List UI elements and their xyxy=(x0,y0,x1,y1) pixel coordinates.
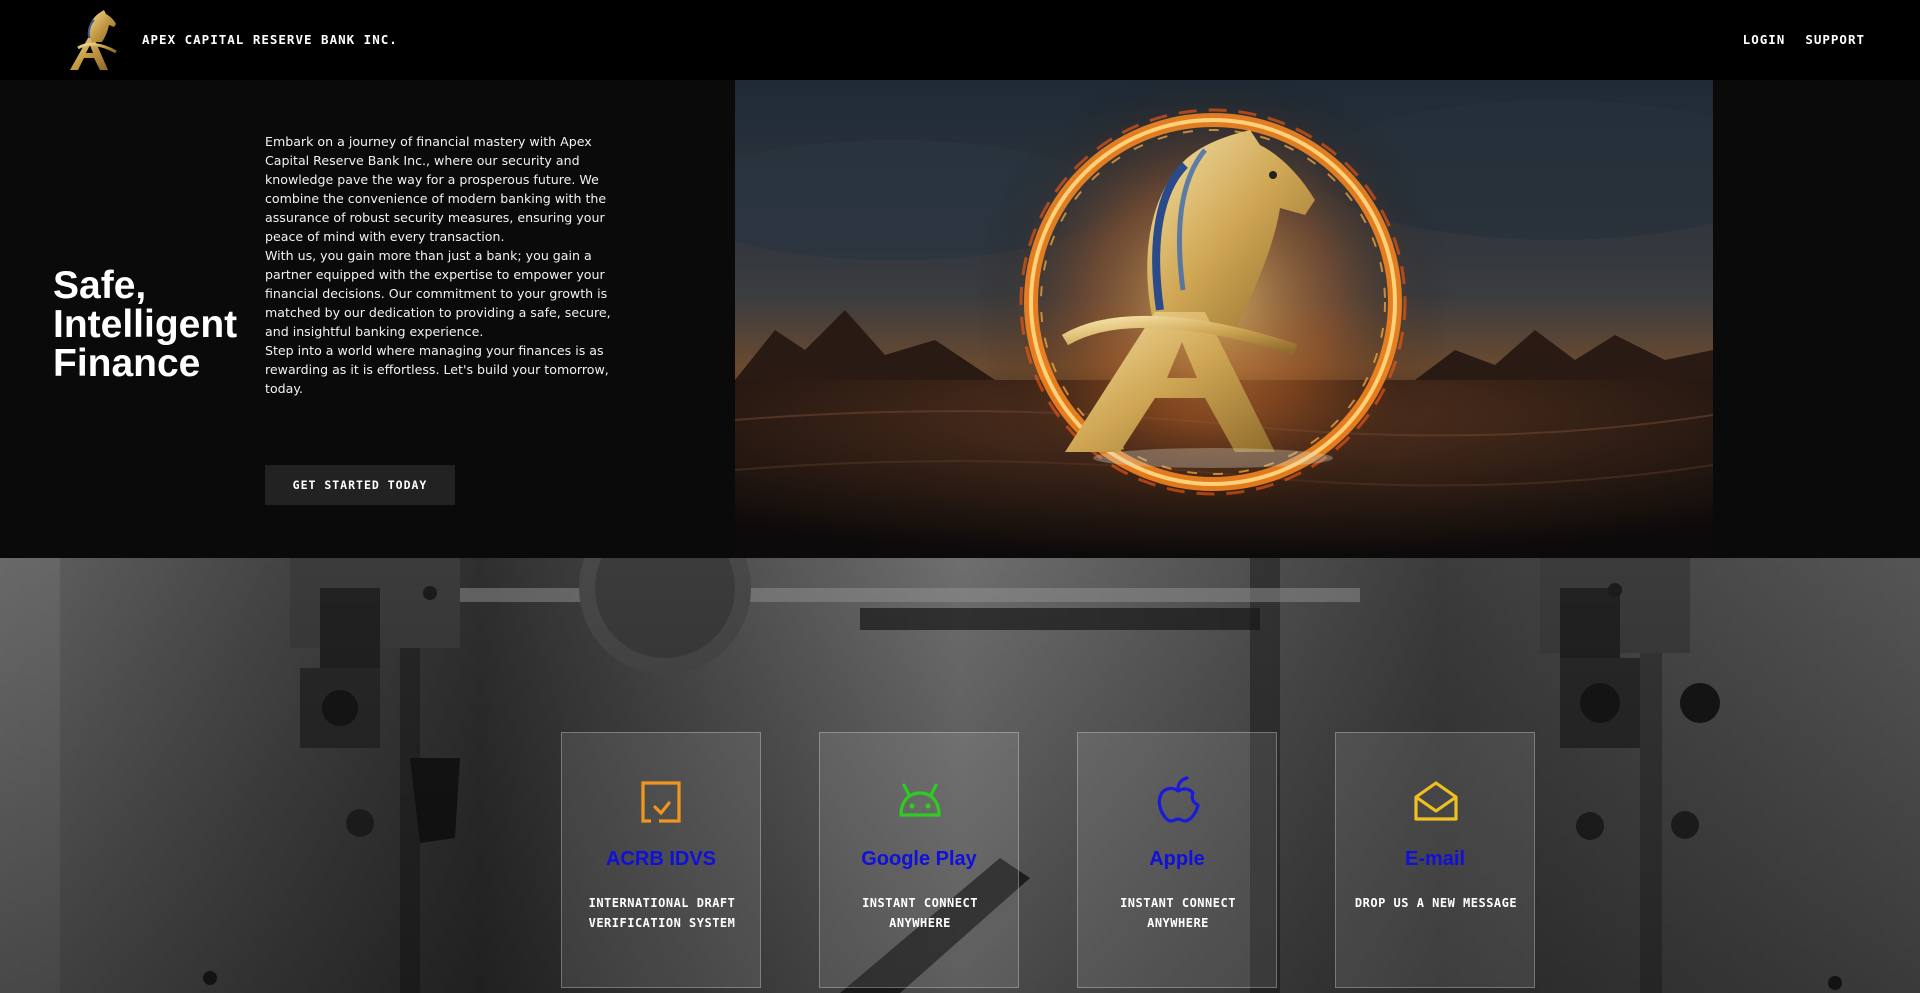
horse-logo-icon[interactable] xyxy=(66,8,124,72)
hero-title: Safe, Intelligent Finance xyxy=(53,264,238,385)
card-subtitle: DROP US A NEW MESSAGE xyxy=(1354,896,1518,910)
envelope-open-icon xyxy=(1414,781,1458,821)
login-link[interactable]: LOGIN xyxy=(1743,32,1786,47)
hero-image xyxy=(735,80,1713,558)
card-title: Apple xyxy=(1149,848,1205,870)
hero-paragraph: Embark on a journey of financial mastery… xyxy=(265,134,607,244)
android-icon xyxy=(899,783,941,817)
fire-ring-horse-image xyxy=(735,80,1713,558)
hero-paragraph: Step into a world where managing your fi… xyxy=(265,343,609,396)
site-header: APEX CAPITAL RESERVE BANK INC. LOGIN SUP… xyxy=(0,0,1920,80)
support-link[interactable]: SUPPORT xyxy=(1805,32,1865,47)
top-nav: LOGIN SUPPORT xyxy=(1743,32,1865,47)
card-acrb-idvs[interactable]: ACRB IDVS INTERNATIONAL DRAFT VERIFICATI… xyxy=(561,732,761,988)
card-subtitle: INSTANT CONNECT ANYWHERE xyxy=(862,896,978,930)
hero-description: Embark on a journey of financial mastery… xyxy=(265,132,627,398)
card-title: ACRB IDVS xyxy=(605,848,716,870)
apple-icon xyxy=(1157,776,1200,823)
card-title: E-mail xyxy=(1404,848,1466,870)
card-email[interactable]: E-mail DROP US A NEW MESSAGE xyxy=(1335,732,1535,988)
card-google-play[interactable]: Google Play INSTANT CONNECT ANYWHERE xyxy=(819,732,1019,988)
card-subtitle: INTERNATIONAL DRAFT VERIFICATION SYSTEM xyxy=(588,896,736,930)
vault-section: ACRB IDVS INTERNATIONAL DRAFT VERIFICATI… xyxy=(0,558,1920,993)
card-apple[interactable]: Apple INSTANT CONNECT ANYWHERE xyxy=(1077,732,1277,988)
check-square-icon xyxy=(641,781,681,823)
brand-name: APEX CAPITAL RESERVE BANK INC. xyxy=(142,32,398,47)
hero-paragraph: With us, you gain more than just a bank;… xyxy=(265,248,611,339)
card-subtitle: INSTANT CONNECT ANYWHERE xyxy=(1120,896,1236,930)
card-title: Google Play xyxy=(861,848,977,870)
get-started-button[interactable]: GET STARTED TODAY xyxy=(265,465,455,505)
hero-section: Safe, Intelligent Finance Embark on a jo… xyxy=(0,80,1920,558)
